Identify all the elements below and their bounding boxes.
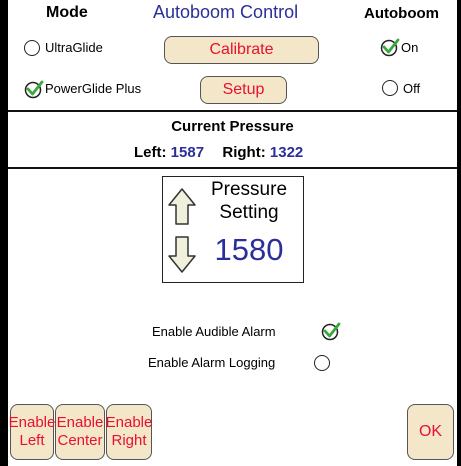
alarm-logging-option[interactable]: Enable Alarm Logging [144,352,344,374]
arrow-up-icon[interactable] [167,187,197,227]
check-icon [24,80,44,99]
autoboom-label: Autoboom [364,5,439,22]
mode-option-ultraglide[interactable]: UltraGlide [24,40,144,60]
enable-left-line2: Left [19,432,45,449]
radio-icon [24,40,40,56]
arrow-down-icon[interactable] [167,234,197,274]
pressure-setting-label-line1: Pressure [210,179,288,200]
enable-right-line2: Right [111,432,147,449]
calibrate-button[interactable]: Calibrate [164,36,319,64]
autoboom-option-on[interactable]: On [380,37,440,59]
radio-icon [382,80,398,96]
mode-option-label: PowerGlide Plus [45,81,142,96]
left-pressure-label: Left: [134,144,167,161]
autoboom-option-off[interactable]: Off [380,79,440,99]
current-pressure-readout: Left: 1587 Right: 1322 [134,144,303,161]
current-pressure-heading: Current Pressure [171,118,294,135]
right-pressure-value: 1322 [269,144,304,161]
alarm-logging-label: Enable Alarm Logging [148,355,276,370]
pressure-setting-value: 1580 [214,232,284,267]
check-icon [380,38,400,57]
audible-alarm-option[interactable]: Enable Audible Alarm [148,321,348,343]
enable-right-line1: Enable [105,414,153,431]
divider [8,110,457,112]
divider [8,167,457,169]
mode-label: Mode [46,4,88,21]
mode-option-label: UltraGlide [45,40,103,55]
enable-right-button[interactable]: Enable Right [106,404,152,460]
ok-button[interactable]: OK [407,404,454,460]
autoboom-screen: Mode Autoboom Control Autoboom UltraGlid… [8,0,457,466]
radio-icon [314,355,330,371]
mode-option-powerglide-plus[interactable]: PowerGlide Plus [24,79,174,99]
check-icon [321,322,341,341]
left-pressure-value: 1587 [170,144,205,161]
enable-center-line2: Center [57,432,103,449]
autoboom-option-label: On [401,40,419,55]
audible-alarm-label: Enable Audible Alarm [152,324,276,339]
setup-button[interactable]: Setup [200,76,287,104]
pressure-setting-label-line2: Setting [219,202,279,223]
right-pressure-label: Right: [222,144,266,161]
enable-left-line1: Enable [8,414,56,431]
pressure-setting-panel: Pressure Setting 1580 [162,176,304,283]
enable-left-button[interactable]: Enable Left [8,404,56,460]
page-title: Autoboom Control [153,2,299,22]
enable-center-button[interactable]: Enable Center [55,404,105,460]
enable-center-line1: Enable [56,414,104,431]
autoboom-option-label: Off [403,81,421,96]
